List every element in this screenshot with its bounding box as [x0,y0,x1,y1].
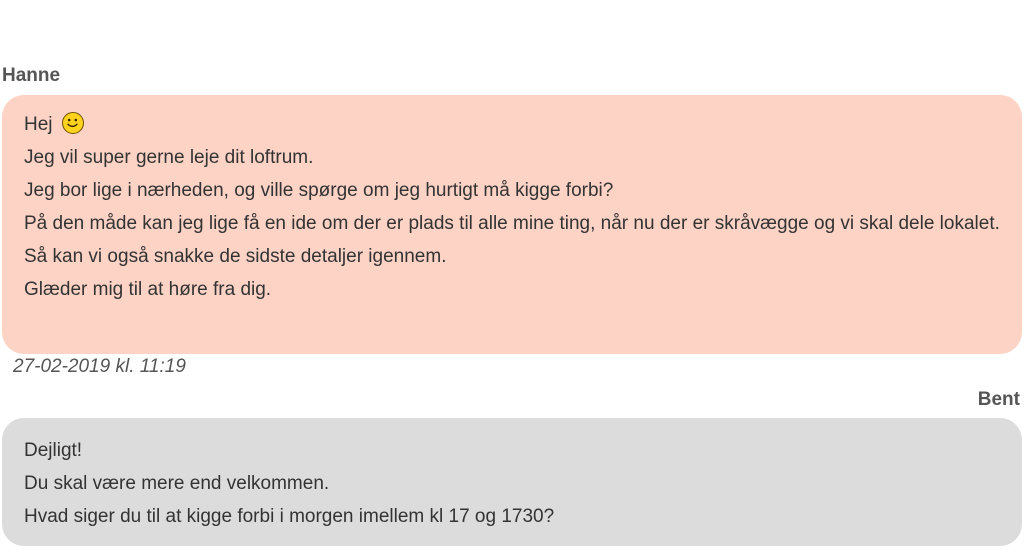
message-line: Hej [24,108,1000,141]
message-line: Dejligt! [24,440,83,461]
message-text: Hej [24,114,53,135]
message-line: På den måde kan jeg lige få en ide om de… [24,213,1000,234]
message-line: Glæder mig til at høre fra dig. [24,279,272,300]
message-line: Jeg bor lige i nærheden, og ville spørge… [24,180,614,201]
message-line: Hvad siger du til at kigge forbi i morge… [24,506,555,527]
message-line: Du skal være mere end velkommen. [24,473,330,494]
top-clipped-area [0,0,1024,40]
sender-name-hanne: Hanne [2,65,61,86]
message-timestamp: 27-02-2019 kl. 11:19 [13,356,186,377]
smiley-icon [61,112,84,134]
message-bubble-bent: Dejligt! Du skal være mere end velkommen… [2,418,1022,546]
sender-name-bent: Bent [977,389,1020,410]
message-line: Jeg vil super gerne leje dit loftrum. [24,147,314,168]
message-bubble-hanne: Hej Jeg vil super gerne leje dit loftrum… [2,95,1022,354]
message-line: Så kan vi også snakke de sidste detaljer… [24,246,447,267]
